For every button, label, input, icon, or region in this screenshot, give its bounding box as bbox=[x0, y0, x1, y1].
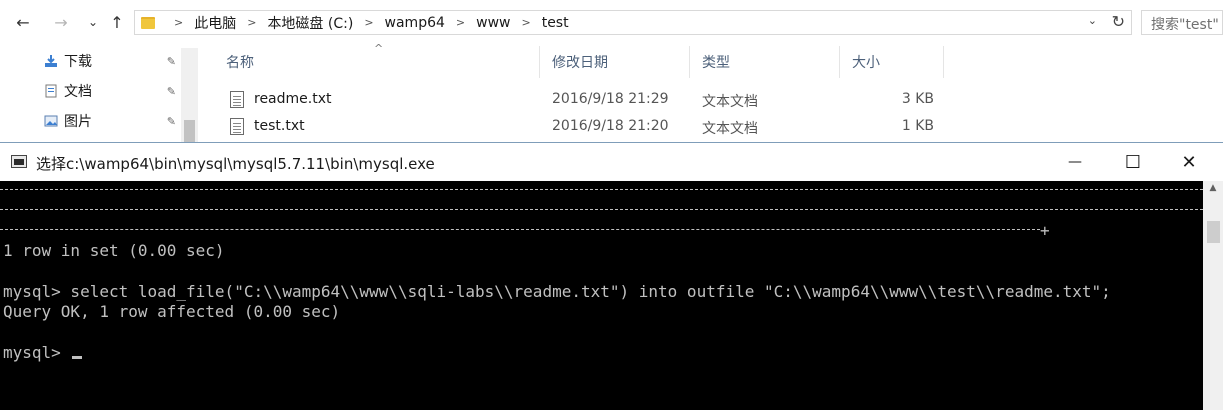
recent-locations-button[interactable]: ⌄ bbox=[82, 10, 104, 34]
minimize-icon: — bbox=[1068, 154, 1082, 170]
file-row-readme[interactable]: readme.txt 2016/9/18 21:29 文本文档 3 KB bbox=[228, 88, 948, 114]
pin-icon[interactable]: ✎ bbox=[167, 55, 176, 68]
mysql-prompt[interactable]: mysql> bbox=[3, 343, 70, 363]
folder-icon bbox=[141, 16, 155, 29]
file-list-header: ^ 名称 修改日期 类型 大小 bbox=[214, 42, 954, 78]
column-header-type[interactable]: 类型 bbox=[690, 46, 840, 78]
console-title: 选择c:\wamp64\bin\mysql\mysql5.7.11\bin\my… bbox=[36, 155, 435, 173]
file-modified: 2016/9/18 21:20 bbox=[552, 118, 669, 134]
terminal-output[interactable]: + 1 row in set (0.00 sec) mysql> select … bbox=[0, 181, 1203, 410]
close-icon: ✕ bbox=[1181, 151, 1197, 173]
pictures-icon bbox=[44, 115, 58, 127]
file-name: test.txt bbox=[254, 118, 305, 134]
file-type: 文本文档 bbox=[702, 121, 758, 137]
breadcrumb-item-www[interactable]: www bbox=[476, 15, 510, 31]
mysql-console-window: 选择c:\wamp64\bin\mysql\mysql5.7.11\bin\my… bbox=[0, 142, 1223, 410]
download-icon bbox=[45, 55, 57, 67]
file-modified: 2016/9/18 21:29 bbox=[552, 91, 669, 107]
navigation-scrollbar[interactable] bbox=[181, 48, 198, 150]
breadcrumb-separator-icon[interactable]: > bbox=[247, 16, 256, 29]
quick-access-label: 下载 bbox=[64, 54, 92, 70]
scroll-up-icon[interactable]: ▲ bbox=[1203, 183, 1223, 199]
document-icon bbox=[45, 84, 57, 98]
column-name-label: 名称 bbox=[226, 55, 254, 71]
address-bar[interactable]: > 此电脑 > 本地磁盘 (C:) > wamp64 > www > test … bbox=[134, 10, 1132, 35]
row-count-line: 1 row in set (0.00 sec) bbox=[3, 241, 225, 260]
sql-command-line: mysql> select load_file("C:\\wamp64\\www… bbox=[3, 282, 1111, 301]
file-name: readme.txt bbox=[254, 91, 332, 107]
column-modified-label: 修改日期 bbox=[552, 55, 608, 71]
file-size: 3 KB bbox=[901, 91, 934, 107]
column-header-name[interactable]: 名称 bbox=[214, 46, 540, 78]
breadcrumb-item-wamp64[interactable]: wamp64 bbox=[385, 15, 445, 31]
file-explorer-window: ← → ⌄ ↑ > 此电脑 > 本地磁盘 (C:) > wamp64 > www… bbox=[0, 0, 1223, 150]
text-cursor bbox=[72, 356, 82, 359]
minimize-button[interactable]: — bbox=[1052, 143, 1098, 181]
pin-icon[interactable]: ✎ bbox=[167, 85, 176, 98]
refresh-icon[interactable]: ↻ bbox=[1112, 12, 1125, 31]
quick-access-item-downloads[interactable]: 下载 ✎ bbox=[44, 50, 184, 72]
table-border-line bbox=[0, 209, 1203, 210]
address-dropdown-icon[interactable]: ⌄ bbox=[1088, 14, 1097, 27]
chevron-down-icon: ⌄ bbox=[87, 15, 99, 29]
scrollbar-thumb[interactable] bbox=[1207, 221, 1220, 243]
text-file-icon bbox=[230, 91, 244, 108]
console-title-bar[interactable]: 选择c:\wamp64\bin\mysql\mysql5.7.11\bin\my… bbox=[0, 143, 1223, 181]
forward-arrow-icon: → bbox=[54, 12, 68, 32]
breadcrumb: > 此电脑 > 本地磁盘 (C:) > wamp64 > www > test bbox=[163, 13, 569, 33]
table-border-line bbox=[0, 229, 1040, 230]
up-button[interactable]: ↑ bbox=[106, 10, 128, 34]
column-header-modified[interactable]: 修改日期 bbox=[540, 46, 690, 78]
maximize-button[interactable]: ☐ bbox=[1110, 143, 1156, 181]
pin-icon[interactable]: ✎ bbox=[167, 115, 176, 128]
back-arrow-icon: ← bbox=[16, 12, 30, 32]
column-size-label: 大小 bbox=[852, 55, 880, 71]
maximize-icon: ☐ bbox=[1124, 151, 1142, 173]
breadcrumb-separator-icon[interactable]: > bbox=[456, 16, 465, 29]
console-app-icon[interactable] bbox=[11, 155, 27, 168]
table-border-corner: + bbox=[1040, 221, 1050, 240]
file-size: 1 KB bbox=[901, 118, 934, 134]
breadcrumb-item-test[interactable]: test bbox=[542, 15, 569, 31]
column-header-size[interactable]: 大小 bbox=[840, 46, 944, 78]
terminal-scrollbar[interactable]: ▲ bbox=[1203, 181, 1223, 410]
close-button[interactable]: ✕ bbox=[1166, 143, 1212, 181]
text-file-icon bbox=[230, 118, 244, 135]
quick-access-label: 图片 bbox=[64, 114, 92, 130]
file-type: 文本文档 bbox=[702, 94, 758, 110]
forward-button[interactable]: → bbox=[50, 10, 72, 34]
quick-access-item-pictures[interactable]: 图片 ✎ bbox=[44, 110, 184, 132]
breadcrumb-separator-icon: > bbox=[174, 16, 184, 29]
navigation-pane: 下载 ✎ 文档 ✎ 图片 ✎ bbox=[0, 46, 190, 150]
table-border-line bbox=[0, 189, 1203, 190]
breadcrumb-item-local-disk[interactable]: 本地磁盘 (C:) bbox=[267, 13, 353, 33]
quick-access-item-documents[interactable]: 文档 ✎ bbox=[44, 80, 184, 102]
breadcrumb-item-this-pc[interactable]: 此电脑 bbox=[194, 13, 236, 33]
file-row-test[interactable]: test.txt 2016/9/18 21:20 文本文档 1 KB bbox=[228, 115, 948, 141]
quick-access-label: 文档 bbox=[64, 84, 92, 100]
column-type-label: 类型 bbox=[702, 55, 730, 71]
search-input[interactable]: 搜索"test" bbox=[1141, 10, 1223, 35]
back-button[interactable]: ← bbox=[12, 10, 34, 34]
query-result-line: Query OK, 1 row affected (0.00 sec) bbox=[3, 302, 341, 321]
up-arrow-icon: ↑ bbox=[110, 12, 124, 32]
breadcrumb-separator-icon[interactable]: > bbox=[521, 16, 530, 29]
breadcrumb-separator-icon[interactable]: > bbox=[364, 16, 373, 29]
